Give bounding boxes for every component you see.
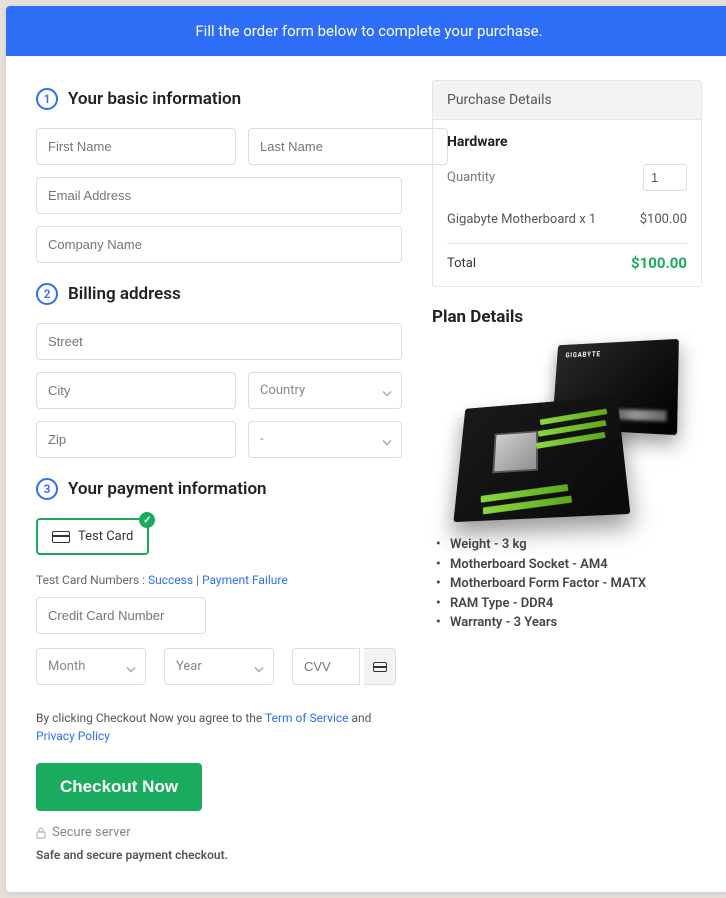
step-title-3: Your payment information [68,479,267,499]
product-image [457,341,677,521]
step-number-3: 3 [36,478,58,500]
city-field[interactable] [36,372,236,409]
credit-card-field[interactable] [36,597,206,634]
card-option-label: Test Card [78,529,133,544]
step-number-1: 1 [36,88,58,110]
form-area: 1 Your basic information 2 Billing addre… [36,80,402,862]
state-select[interactable]: - [248,421,402,458]
quantity-label: Quantity [447,170,495,185]
section-billing: 2 Billing address [36,283,402,305]
email-field[interactable] [36,177,402,214]
step-number-2: 2 [36,283,58,305]
company-field[interactable] [36,226,402,263]
total-value: $100.00 [631,254,687,272]
secure-server: Secure server [36,825,402,840]
street-field[interactable] [36,323,402,360]
section-payment: 3 Your payment information [36,478,402,500]
summary-area: Purchase Details Hardware Quantity Gigab… [432,80,702,862]
hardware-title: Hardware [447,134,687,150]
purchase-panel-title: Purchase Details [433,81,701,120]
zip-field[interactable] [36,421,236,458]
section-basic-info: 1 Your basic information [36,88,402,110]
list-item: Warranty - 3 Years [450,613,702,633]
first-name-field[interactable] [36,128,236,165]
step-title-2: Billing address [68,284,181,304]
privacy-link[interactable]: Privacy Policy [36,729,110,743]
line-item-price: $100.00 [640,211,687,229]
list-item: Motherboard Socket - AM4 [450,555,702,575]
cvv-help-button[interactable] [364,648,396,685]
test-card-help: Test Card Numbers : Success | Payment Fa… [36,573,402,587]
cvv-field[interactable] [292,648,360,685]
step-title-1: Your basic information [68,89,241,109]
credit-card-icon [52,531,70,543]
banner: Fill the order form below to complete yo… [6,6,726,56]
card-option[interactable]: Test Card ✓ [36,518,149,555]
total-label: Total [447,256,476,271]
year-select[interactable]: Year [164,648,274,685]
checkout-button[interactable]: Checkout Now [36,763,202,811]
lock-icon [36,827,46,839]
list-item: Weight - 3 kg [450,535,702,555]
check-icon: ✓ [139,512,155,528]
list-item: RAM Type - DDR4 [450,594,702,614]
quantity-input[interactable] [643,164,687,191]
safe-text: Safe and secure payment checkout. [36,848,402,862]
test-success-link[interactable]: Success [148,573,193,587]
month-select[interactable]: Month [36,648,146,685]
card-back-icon [373,662,387,672]
country-select[interactable]: Country [248,372,402,409]
last-name-field[interactable] [248,128,448,165]
list-item: Motherboard Form Factor - MATX [450,574,702,594]
plan-details-title: Plan Details [432,307,702,327]
purchase-panel: Purchase Details Hardware Quantity Gigab… [432,80,702,287]
test-failure-link[interactable]: Payment Failure [202,573,288,587]
terms-text: By clicking Checkout Now you agree to th… [36,709,402,745]
plan-bullets: Weight - 3 kg Motherboard Socket - AM4 M… [432,535,702,633]
terms-link[interactable]: Term of Service [265,711,349,725]
line-item-desc: Gigabyte Motherboard x 1 [447,211,596,229]
